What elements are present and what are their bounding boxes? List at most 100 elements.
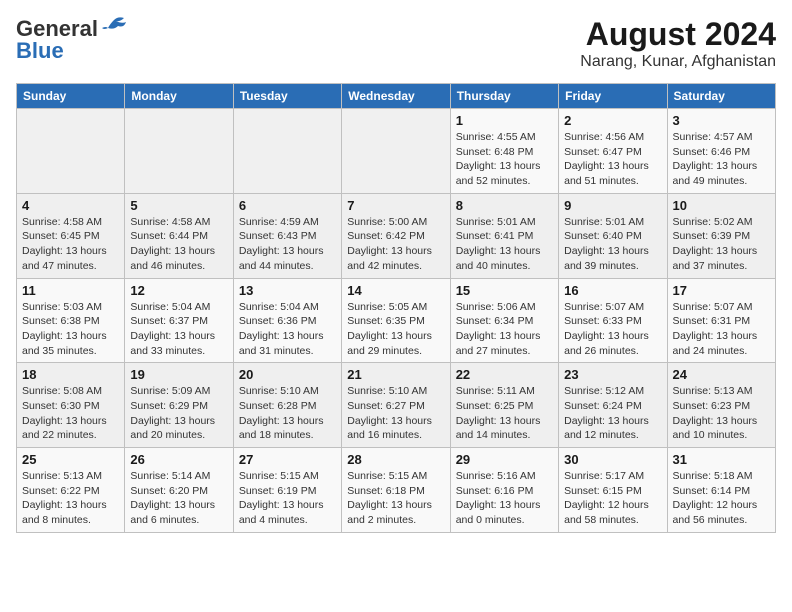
calendar-day-cell bbox=[125, 109, 233, 194]
day-number: 21 bbox=[347, 367, 444, 382]
day-info: Sunrise: 5:10 AM Sunset: 6:27 PM Dayligh… bbox=[347, 384, 444, 443]
day-info: Sunrise: 5:15 AM Sunset: 6:18 PM Dayligh… bbox=[347, 469, 444, 528]
day-info: Sunrise: 5:13 AM Sunset: 6:23 PM Dayligh… bbox=[673, 384, 770, 443]
day-info: Sunrise: 5:09 AM Sunset: 6:29 PM Dayligh… bbox=[130, 384, 227, 443]
day-number: 22 bbox=[456, 367, 553, 382]
day-number: 1 bbox=[456, 113, 553, 128]
calendar-day-cell: 20Sunrise: 5:10 AM Sunset: 6:28 PM Dayli… bbox=[233, 363, 341, 448]
day-number: 28 bbox=[347, 452, 444, 467]
calendar-day-cell bbox=[233, 109, 341, 194]
col-saturday: Saturday bbox=[667, 84, 775, 109]
day-info: Sunrise: 5:08 AM Sunset: 6:30 PM Dayligh… bbox=[22, 384, 119, 443]
day-number: 10 bbox=[673, 198, 770, 213]
day-number: 30 bbox=[564, 452, 661, 467]
calendar-day-cell: 1 Sunrise: 4:55 AM Sunset: 6:48 PM Daylig… bbox=[450, 109, 558, 194]
day-info: Sunrise: 5:16 AM Sunset: 6:16 PM Dayligh… bbox=[456, 469, 553, 528]
calendar-day-cell: 31 Sunrise: 5:18 AM Sunset: 6:14 PM Dayli… bbox=[667, 448, 775, 533]
calendar-day-cell: 30 Sunrise: 5:17 AM Sunset: 6:15 PM Dayli… bbox=[559, 448, 667, 533]
col-thursday: Thursday bbox=[450, 84, 558, 109]
logo-blue-text: Blue bbox=[16, 38, 64, 64]
calendar-day-cell: 24 Sunrise: 5:13 AM Sunset: 6:23 PM Dayli… bbox=[667, 363, 775, 448]
day-info: Sunrise: 5:02 AM Sunset: 6:39 PM Dayligh… bbox=[673, 215, 770, 274]
calendar-day-cell: 26Sunrise: 5:14 AM Sunset: 6:20 PM Dayli… bbox=[125, 448, 233, 533]
day-number: 11 bbox=[22, 283, 119, 298]
calendar-day-cell: 8Sunrise: 5:01 AM Sunset: 6:41 PM Daylig… bbox=[450, 193, 558, 278]
col-sunday: Sunday bbox=[17, 84, 125, 109]
day-info: Sunrise: 4:59 AM Sunset: 6:43 PM Dayligh… bbox=[239, 215, 336, 274]
day-info: Sunrise: 4:55 AM Sunset: 6:48 PM Dayligh… bbox=[456, 130, 553, 189]
calendar-day-cell: 25Sunrise: 5:13 AM Sunset: 6:22 PM Dayli… bbox=[17, 448, 125, 533]
calendar-day-cell: 29 Sunrise: 5:16 AM Sunset: 6:16 PM Dayli… bbox=[450, 448, 558, 533]
day-info: Sunrise: 5:05 AM Sunset: 6:35 PM Dayligh… bbox=[347, 300, 444, 359]
day-number: 4 bbox=[22, 198, 119, 213]
calendar-day-cell: 12 Sunrise: 5:04 AM Sunset: 6:37 PM Dayli… bbox=[125, 278, 233, 363]
calendar-day-cell: 4Sunrise: 4:58 AM Sunset: 6:45 PM Daylig… bbox=[17, 193, 125, 278]
day-info: Sunrise: 5:18 AM Sunset: 6:14 PM Dayligh… bbox=[673, 469, 770, 528]
calendar-day-cell: 22Sunrise: 5:11 AM Sunset: 6:25 PM Dayli… bbox=[450, 363, 558, 448]
logo: General Blue bbox=[16, 16, 128, 64]
calendar-header-row: Sunday Monday Tuesday Wednesday Thursday… bbox=[17, 84, 776, 109]
day-info: Sunrise: 5:07 AM Sunset: 6:31 PM Dayligh… bbox=[673, 300, 770, 359]
day-number: 2 bbox=[564, 113, 661, 128]
day-number: 5 bbox=[130, 198, 227, 213]
calendar-day-cell: 7 Sunrise: 5:00 AM Sunset: 6:42 PM Daylig… bbox=[342, 193, 450, 278]
calendar-day-cell: 15 Sunrise: 5:06 AM Sunset: 6:34 PM Dayli… bbox=[450, 278, 558, 363]
day-number: 24 bbox=[673, 367, 770, 382]
calendar-day-cell: 21 Sunrise: 5:10 AM Sunset: 6:27 PM Dayli… bbox=[342, 363, 450, 448]
day-info: Sunrise: 5:15 AM Sunset: 6:19 PM Dayligh… bbox=[239, 469, 336, 528]
day-info: Sunrise: 5:03 AM Sunset: 6:38 PM Dayligh… bbox=[22, 300, 119, 359]
day-info: Sunrise: 5:01 AM Sunset: 6:41 PM Dayligh… bbox=[456, 215, 553, 274]
day-number: 31 bbox=[673, 452, 770, 467]
day-number: 23 bbox=[564, 367, 661, 382]
day-number: 26 bbox=[130, 452, 227, 467]
day-number: 16 bbox=[564, 283, 661, 298]
day-number: 27 bbox=[239, 452, 336, 467]
day-info: Sunrise: 4:56 AM Sunset: 6:47 PM Dayligh… bbox=[564, 130, 661, 189]
calendar-week-row: 11 Sunrise: 5:03 AM Sunset: 6:38 PM Dayli… bbox=[17, 278, 776, 363]
calendar-day-cell: 27 Sunrise: 5:15 AM Sunset: 6:19 PM Dayli… bbox=[233, 448, 341, 533]
day-number: 17 bbox=[673, 283, 770, 298]
calendar-title: August 2024 bbox=[580, 16, 776, 53]
calendar-day-cell: 2 Sunrise: 4:56 AM Sunset: 6:47 PM Daylig… bbox=[559, 109, 667, 194]
calendar-day-cell: 28 Sunrise: 5:15 AM Sunset: 6:18 PM Dayli… bbox=[342, 448, 450, 533]
calendar-day-cell: 10 Sunrise: 5:02 AM Sunset: 6:39 PM Dayli… bbox=[667, 193, 775, 278]
col-wednesday: Wednesday bbox=[342, 84, 450, 109]
day-info: Sunrise: 5:04 AM Sunset: 6:37 PM Dayligh… bbox=[130, 300, 227, 359]
calendar-week-row: 4Sunrise: 4:58 AM Sunset: 6:45 PM Daylig… bbox=[17, 193, 776, 278]
title-block: August 2024 Narang, Kunar, Afghanistan bbox=[580, 16, 776, 71]
day-number: 3 bbox=[673, 113, 770, 128]
day-number: 6 bbox=[239, 198, 336, 213]
day-number: 12 bbox=[130, 283, 227, 298]
day-info: Sunrise: 5:07 AM Sunset: 6:33 PM Dayligh… bbox=[564, 300, 661, 359]
col-friday: Friday bbox=[559, 84, 667, 109]
calendar-day-cell: 11 Sunrise: 5:03 AM Sunset: 6:38 PM Dayli… bbox=[17, 278, 125, 363]
calendar-day-cell: 6 Sunrise: 4:59 AM Sunset: 6:43 PM Daylig… bbox=[233, 193, 341, 278]
calendar-day-cell: 13Sunrise: 5:04 AM Sunset: 6:36 PM Dayli… bbox=[233, 278, 341, 363]
day-info: Sunrise: 5:01 AM Sunset: 6:40 PM Dayligh… bbox=[564, 215, 661, 274]
day-number: 29 bbox=[456, 452, 553, 467]
header: General Blue August 2024 Narang, Kunar, … bbox=[16, 16, 776, 71]
calendar-day-cell: 14 Sunrise: 5:05 AM Sunset: 6:35 PM Dayli… bbox=[342, 278, 450, 363]
col-tuesday: Tuesday bbox=[233, 84, 341, 109]
calendar-day-cell: 18Sunrise: 5:08 AM Sunset: 6:30 PM Dayli… bbox=[17, 363, 125, 448]
day-info: Sunrise: 4:57 AM Sunset: 6:46 PM Dayligh… bbox=[673, 130, 770, 189]
calendar-day-cell bbox=[342, 109, 450, 194]
day-number: 15 bbox=[456, 283, 553, 298]
calendar-day-cell: 19Sunrise: 5:09 AM Sunset: 6:29 PM Dayli… bbox=[125, 363, 233, 448]
calendar-day-cell: 23Sunrise: 5:12 AM Sunset: 6:24 PM Dayli… bbox=[559, 363, 667, 448]
calendar-day-cell: 3 Sunrise: 4:57 AM Sunset: 6:46 PM Daylig… bbox=[667, 109, 775, 194]
day-info: Sunrise: 5:06 AM Sunset: 6:34 PM Dayligh… bbox=[456, 300, 553, 359]
day-info: Sunrise: 5:17 AM Sunset: 6:15 PM Dayligh… bbox=[564, 469, 661, 528]
day-number: 14 bbox=[347, 283, 444, 298]
calendar-week-row: 18Sunrise: 5:08 AM Sunset: 6:30 PM Dayli… bbox=[17, 363, 776, 448]
calendar-week-row: 25Sunrise: 5:13 AM Sunset: 6:22 PM Dayli… bbox=[17, 448, 776, 533]
calendar-day-cell: 17 Sunrise: 5:07 AM Sunset: 6:31 PM Dayli… bbox=[667, 278, 775, 363]
calendar-day-cell: 5 Sunrise: 4:58 AM Sunset: 6:44 PM Daylig… bbox=[125, 193, 233, 278]
day-number: 7 bbox=[347, 198, 444, 213]
day-info: Sunrise: 5:00 AM Sunset: 6:42 PM Dayligh… bbox=[347, 215, 444, 274]
calendar-day-cell bbox=[17, 109, 125, 194]
col-monday: Monday bbox=[125, 84, 233, 109]
day-number: 20 bbox=[239, 367, 336, 382]
day-number: 9 bbox=[564, 198, 661, 213]
day-info: Sunrise: 4:58 AM Sunset: 6:44 PM Dayligh… bbox=[130, 215, 227, 274]
